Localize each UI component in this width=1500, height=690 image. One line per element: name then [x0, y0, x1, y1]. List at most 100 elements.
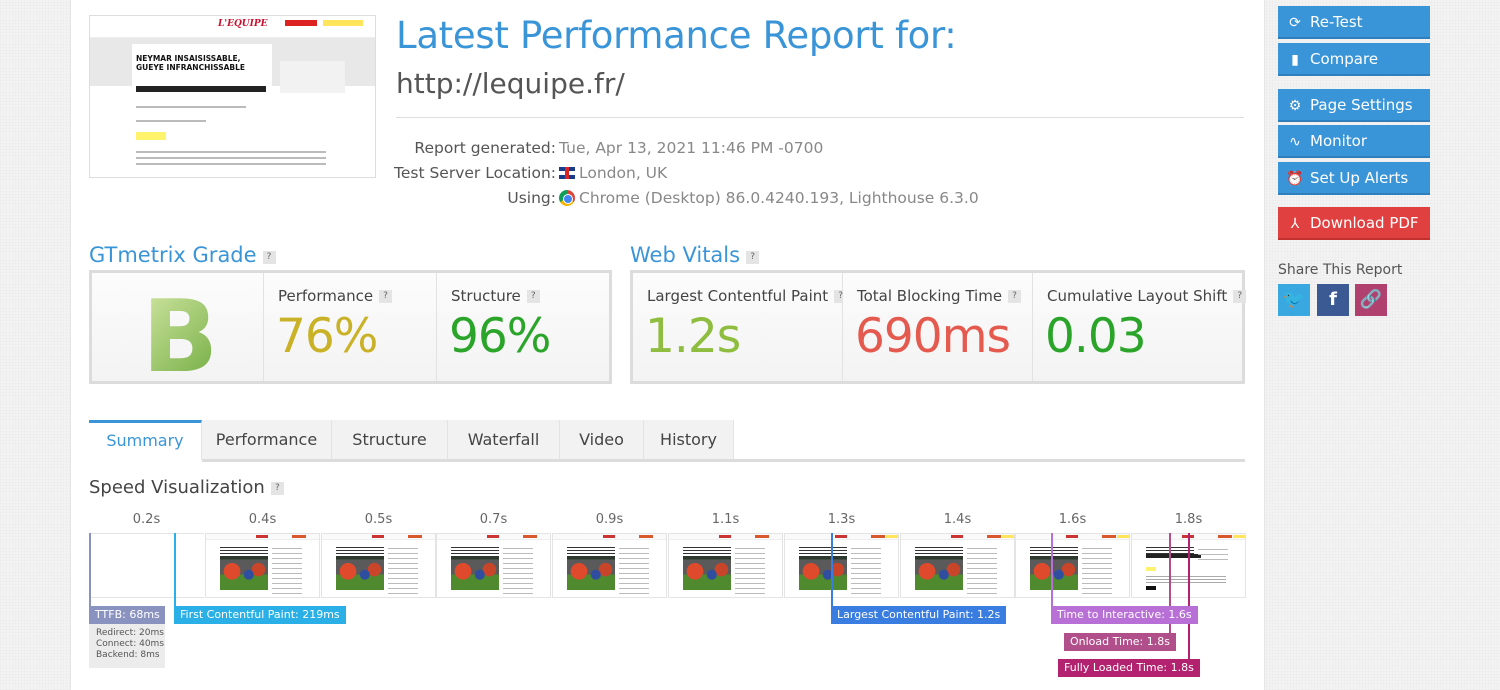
- help-icon[interactable]: ?: [270, 482, 284, 495]
- pdf-icon: ⅄: [1290, 216, 1300, 232]
- help-icon[interactable]: ?: [262, 251, 276, 264]
- frame-time-label: 1.6s: [1058, 512, 1087, 527]
- tab-waterfall[interactable]: Waterfall: [448, 420, 560, 460]
- ttfb-line: [89, 533, 91, 607]
- using-label: Using:: [507, 189, 556, 207]
- tbt-cell: Total Blocking Time? 690ms: [843, 273, 1033, 381]
- web-vitals-heading: Web Vitals?: [630, 243, 760, 267]
- fcp-marker: First Contentful Paint: 219ms: [174, 606, 346, 624]
- filmstrip-frame[interactable]: [900, 533, 1015, 598]
- report-generated-value: Tue, Apr 13, 2021 11:46 PM -0700: [559, 139, 824, 157]
- filmstrip-frame[interactable]: [205, 533, 320, 598]
- help-icon[interactable]: ?: [1008, 290, 1022, 303]
- alarm-clock-icon: ⏰: [1286, 171, 1304, 187]
- grade-cell: B: [92, 273, 264, 395]
- help-icon[interactable]: ?: [746, 251, 760, 264]
- using-row: Using:: [396, 187, 556, 209]
- frame-time-label: 1.8s: [1174, 512, 1203, 527]
- refresh-icon: ⟳: [1289, 15, 1301, 31]
- help-icon[interactable]: ?: [1233, 290, 1247, 303]
- using-value: Chrome (Desktop) 86.0.4240.193, Lighthou…: [579, 189, 979, 207]
- tab-history[interactable]: History: [644, 420, 734, 460]
- site-screenshot-thumbnail: L'EQUIPE NEYMAR INSAISISSABLE, GUEYE INF…: [89, 15, 376, 178]
- structure-value: 96%: [449, 309, 551, 364]
- tab-video[interactable]: Video: [560, 420, 644, 460]
- onload-marker: Onload Time: 1.8s: [1064, 633, 1176, 651]
- retest-button[interactable]: ⟳ Re-Test: [1278, 6, 1430, 39]
- performance-value: 76%: [276, 309, 378, 364]
- ttfb-marker: TTFB: 68ms: [89, 606, 165, 624]
- ttfb-breakdown: Redirect: 20ms Connect: 40ms Backend: 8m…: [89, 624, 165, 668]
- report-url[interactable]: http://lequipe.fr/: [396, 67, 625, 100]
- cls-label: Cumulative Layout Shift: [1047, 287, 1228, 305]
- lcp-marker: Largest Contentful Paint: 1.2s: [831, 606, 1007, 624]
- share-twitter-button[interactable]: 🐦: [1278, 284, 1310, 316]
- frame-time-label: 0.4s: [248, 512, 277, 527]
- tbt-value: 690ms: [855, 309, 1011, 364]
- filmstrip-frame[interactable]: [89, 533, 204, 598]
- filmstrip-frame[interactable]: [1015, 533, 1130, 598]
- structure-cell: Structure? 96%: [437, 273, 609, 381]
- download-pdf-button[interactable]: ⅄ Download PDF: [1278, 207, 1430, 240]
- chrome-icon: [559, 190, 575, 206]
- twitter-icon: 🐦: [1282, 289, 1306, 310]
- performance-label: Performance: [278, 287, 374, 305]
- lcp-label: Largest Contentful Paint: [647, 287, 829, 305]
- speed-visualization-heading: Speed Visualization?: [89, 477, 284, 498]
- share-link-button[interactable]: 🔗: [1355, 284, 1387, 316]
- page-title: Latest Performance Report for:: [396, 14, 957, 57]
- filmstrip-frame[interactable]: [321, 533, 436, 598]
- lcp-value: 1.2s: [645, 309, 741, 364]
- lcp-cell: Largest Contentful Paint? 1.2s: [633, 273, 848, 381]
- tti-marker: Time to Interactive: 1.6s: [1051, 606, 1198, 624]
- monitor-button[interactable]: ∿ Monitor: [1278, 125, 1430, 158]
- filmstrip-frame[interactable]: [436, 533, 551, 598]
- pulse-icon: ∿: [1289, 134, 1301, 150]
- divider: [396, 117, 1244, 118]
- tab-structure[interactable]: Structure: [332, 420, 448, 460]
- fully-loaded-marker: Fully Loaded Time: 1.8s: [1058, 659, 1200, 677]
- gtmetrix-grade-heading: GTmetrix Grade?: [89, 243, 276, 267]
- tbt-label: Total Blocking Time: [857, 287, 1003, 305]
- report-main: L'EQUIPE NEYMAR INSAISISSABLE, GUEYE INF…: [70, 0, 1265, 690]
- frame-time-label: 0.9s: [595, 512, 624, 527]
- structure-label: Structure: [451, 287, 521, 305]
- web-vitals-box: Largest Contentful Paint? 1.2s Total Blo…: [630, 270, 1247, 384]
- cls-value: 0.03: [1045, 309, 1147, 364]
- grade-letter: B: [142, 278, 219, 395]
- onload-line: [1169, 533, 1171, 645]
- report-generated-row: Report generated:: [396, 137, 556, 159]
- filmstrip-frame[interactable]: [552, 533, 667, 598]
- frame-time-label: 0.2s: [132, 512, 161, 527]
- facebook-icon: f: [1329, 289, 1337, 310]
- share-facebook-button[interactable]: f: [1317, 284, 1349, 316]
- fully-loaded-line: [1188, 533, 1190, 661]
- page-settings-button[interactable]: ⚙ Page Settings: [1278, 89, 1430, 122]
- share-heading: Share This Report: [1278, 262, 1403, 278]
- frame-time-label: 0.7s: [479, 512, 508, 527]
- frame-time-label: 0.5s: [364, 512, 393, 527]
- tti-line: [1051, 533, 1053, 607]
- tab-summary[interactable]: Summary: [89, 420, 202, 460]
- tab-performance[interactable]: Performance: [202, 420, 332, 460]
- lcp-line: [831, 533, 833, 607]
- connect-time: Connect: 40ms: [96, 639, 165, 649]
- filmstrip-frame[interactable]: [784, 533, 899, 598]
- backend-time: Backend: 8ms: [96, 650, 160, 660]
- filmstrip-frame[interactable]: [668, 533, 783, 598]
- report-generated-label: Report generated:: [414, 139, 556, 157]
- link-icon: 🔗: [1359, 289, 1383, 310]
- cls-cell: Cumulative Layout Shift? 0.03: [1033, 273, 1247, 381]
- frame-time-label: 1.1s: [711, 512, 740, 527]
- set-up-alerts-button[interactable]: ⏰ Set Up Alerts: [1278, 162, 1430, 195]
- thumbnail-headline: NEYMAR INSAISISSABLE, GUEYE INFRANCHISSA…: [136, 54, 246, 72]
- help-icon[interactable]: ?: [526, 290, 540, 303]
- server-location-label: Test Server Location:: [394, 164, 556, 182]
- copy-icon: ▮: [1291, 52, 1299, 68]
- server-location-value: London, UK: [579, 164, 668, 182]
- help-icon[interactable]: ?: [379, 290, 393, 303]
- uk-flag-icon: [559, 167, 575, 179]
- frame-time-label: 1.4s: [943, 512, 972, 527]
- server-location-row: Test Server Location:: [394, 162, 556, 184]
- compare-button[interactable]: ▮ Compare: [1278, 43, 1430, 76]
